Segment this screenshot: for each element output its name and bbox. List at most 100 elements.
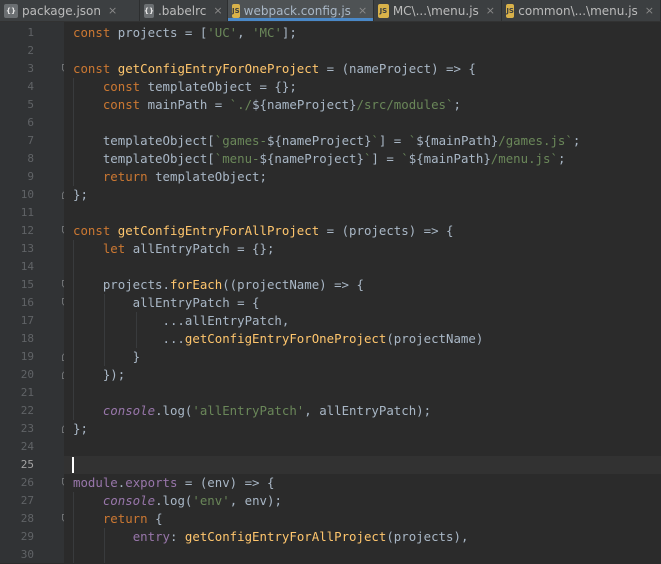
code-line[interactable]: };: [64, 420, 661, 438]
code-line[interactable]: entry: getConfigEntryForAllProject(proje…: [64, 528, 661, 546]
gutter-line: 7: [0, 132, 64, 150]
tab-babelrc[interactable]: {} .babelrc ×: [140, 0, 228, 21]
code-token: 'UC': [207, 25, 238, 40]
code-line[interactable]: };: [64, 186, 661, 204]
code-token: = (env) => {: [177, 475, 275, 490]
gutter-line: 21: [0, 384, 64, 402]
gutter-line: 16: [0, 294, 69, 312]
line-number: 21: [20, 386, 34, 399]
code-line[interactable]: [64, 546, 661, 563]
line-number: 11: [20, 206, 34, 219]
line-number: 29: [20, 530, 34, 543]
gutter-line: 26: [0, 474, 69, 492]
code-line[interactable]: const getConfigEntryForOneProject = (nam…: [64, 60, 661, 78]
tab-webpack-config-js[interactable]: JS webpack.config.js ×: [228, 0, 374, 21]
code-line[interactable]: console.log('env', env);: [64, 492, 661, 510]
code-line[interactable]: module.exports = (env) => {: [64, 474, 661, 492]
code-line[interactable]: return {: [64, 510, 661, 528]
gutter-line: 6: [0, 114, 64, 132]
code-line[interactable]: [64, 456, 661, 474]
close-tab-icon[interactable]: ×: [213, 4, 222, 17]
tab-label: common\...\menu.js: [518, 3, 638, 18]
code-token: /src/modules`: [356, 97, 454, 112]
code-token: `./: [229, 97, 253, 112]
code-token: return: [102, 169, 156, 184]
close-tab-icon[interactable]: ×: [108, 4, 117, 17]
gutter-line: 10: [0, 186, 69, 204]
code-token: const: [73, 25, 118, 40]
gutter-line: 1: [0, 24, 64, 42]
code-line[interactable]: return templateObject;: [64, 168, 661, 186]
code-token: ;: [572, 133, 581, 148]
code-token: forEach: [169, 277, 223, 292]
code-token: ((projectName) => {: [222, 277, 364, 292]
close-tab-icon[interactable]: ×: [358, 4, 367, 17]
code-line[interactable]: [64, 258, 661, 276]
code-line[interactable]: [64, 42, 661, 60]
code-line[interactable]: ...getConfigEntryForOneProject(projectNa…: [64, 330, 661, 348]
line-number: 25: [20, 458, 34, 471]
gutter-line: 18: [0, 330, 64, 348]
code-line[interactable]: const projects = ['UC', 'MC'];: [64, 24, 661, 42]
code-line[interactable]: projects.forEach((projectName) => {: [64, 276, 661, 294]
code-line[interactable]: const getConfigEntryForAllProject = (pro…: [64, 222, 661, 240]
code-line[interactable]: templateObject[`games-${nameProject}`] =…: [64, 132, 661, 150]
code-line[interactable]: [64, 114, 661, 132]
close-tab-icon[interactable]: ×: [486, 4, 495, 17]
gutter-line: 19: [0, 348, 69, 366]
code-line[interactable]: ...allEntryPatch,: [64, 312, 661, 330]
indent-guide: [104, 528, 105, 563]
code-token: templateObject;: [155, 169, 267, 184]
code-line[interactable]: }: [64, 348, 661, 366]
line-number: 2: [27, 44, 34, 57]
gutter-line: 20: [0, 366, 69, 384]
gutter-line: 27: [0, 492, 64, 510]
code-line[interactable]: [64, 204, 661, 222]
tab-label: .babelrc: [157, 3, 207, 18]
gutter-line: 4: [0, 78, 64, 96]
tab-mc-menu-js[interactable]: JS MC\...\menu.js ×: [374, 0, 502, 21]
code-line[interactable]: const mainPath = `./${nameProject}/src/m…: [64, 96, 661, 114]
code-line[interactable]: const templateObject = {};: [64, 78, 661, 96]
code-token: `: [371, 133, 379, 148]
line-number: 30: [20, 548, 34, 561]
code-token: ${mainPath}: [416, 133, 499, 148]
code-line[interactable]: console.log('allEntryPatch', allEntryPat…: [64, 402, 661, 420]
indent-guide: [104, 294, 105, 366]
code-token: getConfigEntryForOneProject: [184, 331, 387, 346]
gutter-line: 17: [0, 312, 64, 330]
indent-guide: [73, 492, 74, 563]
code-token: = (nameProject) => {: [319, 61, 476, 76]
code-token: ] =: [371, 151, 402, 166]
tab-package-json[interactable]: {} package.json ×: [0, 0, 140, 21]
gutter-line: 22: [0, 402, 64, 420]
gutter-line: 14: [0, 258, 64, 276]
line-number-gutter: 1 2 3 4 5 6 7 8 9 10 11 12 13 14 15 16 17 18 19 20 21 22 23 24 2…: [0, 22, 69, 563]
line-number: 6: [27, 116, 34, 129]
code-editor[interactable]: const projects = ['UC', 'MC']; const getC…: [64, 22, 661, 563]
code-line[interactable]: allEntryPatch = {: [64, 294, 661, 312]
code-token: ${nameProject}: [259, 151, 364, 166]
json-file-icon: {}: [4, 3, 18, 18]
gutter-line: 15: [0, 276, 69, 294]
code-token: 'MC': [252, 25, 282, 40]
code-line[interactable]: [64, 384, 661, 402]
code-token: .log(: [155, 493, 193, 508]
line-number: 18: [20, 332, 34, 345]
code-line[interactable]: let allEntryPatch = {};: [64, 240, 661, 258]
line-number: 16: [20, 296, 34, 309]
tab-common-menu-js[interactable]: JS common\...\menu.js ×: [502, 0, 661, 21]
close-tab-icon[interactable]: ×: [645, 4, 654, 17]
code-line[interactable]: [64, 438, 661, 456]
code-token: , allEntryPatch);: [304, 403, 432, 418]
code-line[interactable]: templateObject[`menu-${nameProject}`] = …: [64, 150, 661, 168]
code-token: getConfigEntryForAllProject: [117, 223, 320, 238]
line-number: 10: [20, 188, 34, 201]
line-number: 19: [20, 350, 34, 363]
code-token: `: [401, 151, 409, 166]
code-line[interactable]: });: [64, 366, 661, 384]
indent-guide: [73, 78, 74, 186]
